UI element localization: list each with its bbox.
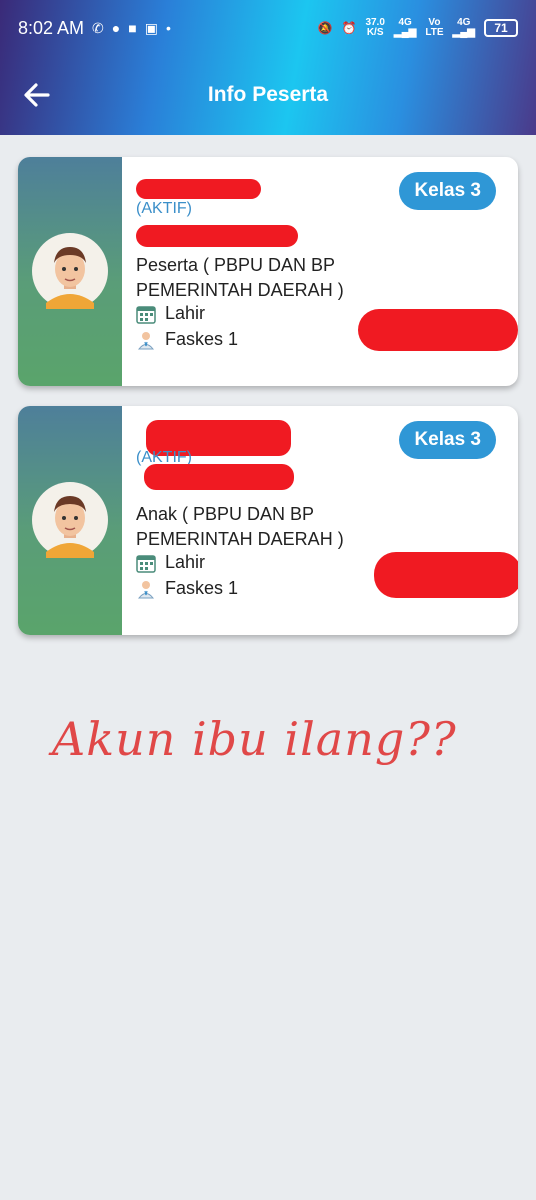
whatsapp-icon: ✆ — [92, 19, 104, 36]
app-bar: Info Peserta — [0, 56, 536, 135]
redacted-number — [136, 225, 298, 247]
calendar-icon — [136, 305, 156, 324]
participant-card[interactable]: (AKTIF) Kelas 3 Peserta ( PBPU DAN BP PE… — [18, 157, 518, 386]
top-bar: 8:02 AM ✆ ● ■ ▣ • 🔕 ⏰ 37.0 K/S 4G ▂▄▆ Vo LT… — [0, 0, 536, 135]
birth-row: Lahir — [136, 552, 205, 573]
game-icon: ▣ — [144, 19, 158, 36]
status-aktif: (AKTIF) — [136, 200, 192, 217]
redacted-number — [144, 464, 294, 490]
faskes-label: Faskes 1 — [165, 578, 239, 598]
handwritten-annotation: Akun ibu ilang?? — [52, 712, 457, 766]
signal-1: 4G ▂▄▆ — [393, 17, 417, 38]
redacted-name — [136, 179, 261, 199]
class-badge: Kelas 3 — [399, 172, 496, 210]
participant-type: Peserta ( PBPU DAN BP PEMERINTAH DAERAH … — [136, 255, 344, 300]
alarm-icon: ⏰ — [341, 21, 357, 35]
birth-row: Lahir — [136, 303, 205, 324]
volte-indicator: Vo LTE — [425, 17, 444, 38]
avatar-icon — [32, 233, 108, 309]
avatar-icon — [32, 482, 108, 558]
signal-2: 4G ▂▄▆ — [452, 17, 475, 38]
mute-icon: 🔕 — [317, 21, 333, 35]
participant-type: Anak ( PBPU DAN BP PEMERINTAH DAERAH ) — [136, 504, 344, 549]
speed-indicator: 37.0 K/S — [365, 17, 385, 38]
redacted-details — [374, 552, 518, 598]
card-side-panel — [18, 157, 122, 386]
chat-icon: ● — [111, 20, 121, 36]
doctor-icon — [137, 331, 155, 349]
faskes-row: Faskes 1 — [136, 329, 238, 350]
redacted-details — [358, 309, 518, 351]
status-bar: 8:02 AM ✆ ● ■ ▣ • 🔕 ⏰ 37.0 K/S 4G ▂▄▆ Vo LT… — [0, 0, 536, 56]
doctor-icon — [137, 580, 155, 598]
card-body: (AKTIF) Kelas 3 Peserta ( PBPU DAN BP PE… — [136, 157, 518, 386]
birth-label: Lahir — [165, 552, 206, 572]
faskes-row: Faskes 1 — [136, 578, 238, 599]
status-time: 8:02 AM — [18, 17, 85, 38]
page-title: Info Peserta — [207, 83, 329, 106]
battery-icon: 71 — [484, 19, 518, 37]
class-badge: Kelas 3 — [399, 421, 496, 459]
calendar-icon — [136, 554, 156, 573]
card-body: (AKTIF) Kelas 3 Anak ( PBPU DAN BP PEMER… — [136, 406, 518, 635]
app-icon: ■ — [128, 20, 137, 36]
dot-icon: • — [165, 20, 171, 36]
card-side-panel — [18, 406, 122, 635]
birth-label: Lahir — [165, 303, 206, 323]
participant-card[interactable]: (AKTIF) Kelas 3 Anak ( PBPU DAN BP PEMER… — [18, 406, 518, 635]
faskes-label: Faskes 1 — [165, 329, 239, 349]
